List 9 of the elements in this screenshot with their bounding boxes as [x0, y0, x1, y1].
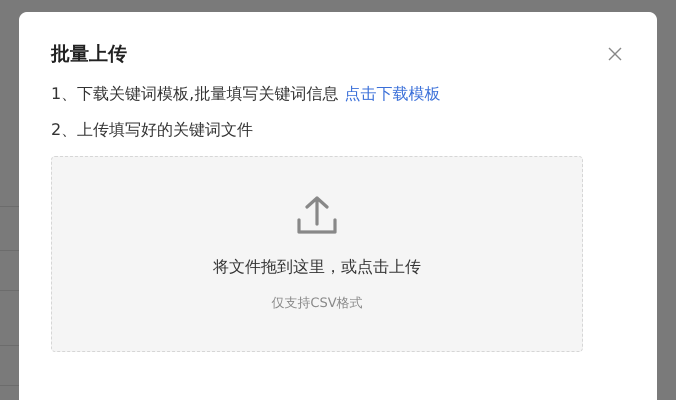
instruction-text: 2、上传填写好的关键词文件: [51, 119, 254, 141]
dialog-title: 批量上传: [51, 42, 127, 67]
dropzone-hint: 仅支持CSV格式: [271, 295, 363, 312]
upload-icon: [296, 194, 338, 236]
upload-dropzone[interactable]: 将文件拖到这里，或点击上传 仅支持CSV格式: [51, 156, 583, 352]
close-button[interactable]: [607, 46, 623, 62]
download-template-link[interactable]: 点击下载模板: [344, 84, 440, 103]
dropzone-prompt: 将文件拖到这里，或点击上传: [213, 257, 421, 278]
instruction-text: 1、下载关键词模板,批量填写关键词信息 点击下载模板: [51, 83, 442, 105]
